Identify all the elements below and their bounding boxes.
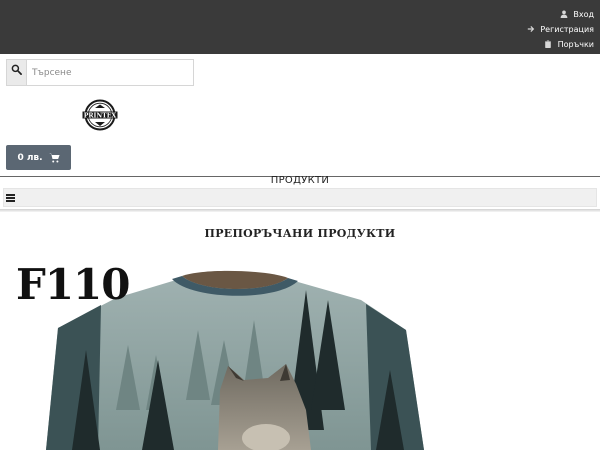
search-button[interactable] (7, 60, 27, 85)
search-input[interactable] (27, 60, 193, 85)
top-bar: Вход Регистрация Поръчки (0, 0, 600, 54)
featured-products-title: ПРЕПОРЪЧАНИ ПРОДУКТИ (204, 227, 396, 240)
orders-label: Поръчки (557, 39, 594, 49)
login-link[interactable]: Вход (559, 7, 594, 21)
page: Вход Регистрация Поръчки Търсене PRINTEX… (0, 0, 600, 450)
register-label: Регистрация (540, 24, 594, 34)
login-label: Вход (573, 9, 594, 19)
cart-icon (48, 153, 60, 162)
search-icon (11, 64, 22, 75)
clipboard-icon (544, 40, 553, 49)
product-card[interactable]: F110 (6, 260, 472, 450)
account-links: Вход Регистрация Поръчки (526, 7, 594, 51)
product-code: F110 (16, 260, 130, 309)
logo-text: PRINTEX (84, 113, 117, 120)
search-box (6, 59, 194, 86)
hamburger-menu-icon[interactable] (6, 194, 15, 202)
menu-bar-shadow (0, 209, 600, 212)
user-icon (559, 10, 568, 19)
menu-bar (3, 188, 597, 207)
printex-logo[interactable]: PRINTEX (82, 99, 118, 131)
arrow-right-icon (526, 25, 535, 34)
cart-button[interactable]: 0 лв. (6, 145, 71, 170)
orders-link[interactable]: Поръчки (544, 37, 594, 51)
cart-total: 0 лв. (17, 152, 43, 163)
products-nav-title[interactable]: ПРОДУКТИ (0, 176, 600, 186)
register-link[interactable]: Регистрация (526, 22, 594, 36)
